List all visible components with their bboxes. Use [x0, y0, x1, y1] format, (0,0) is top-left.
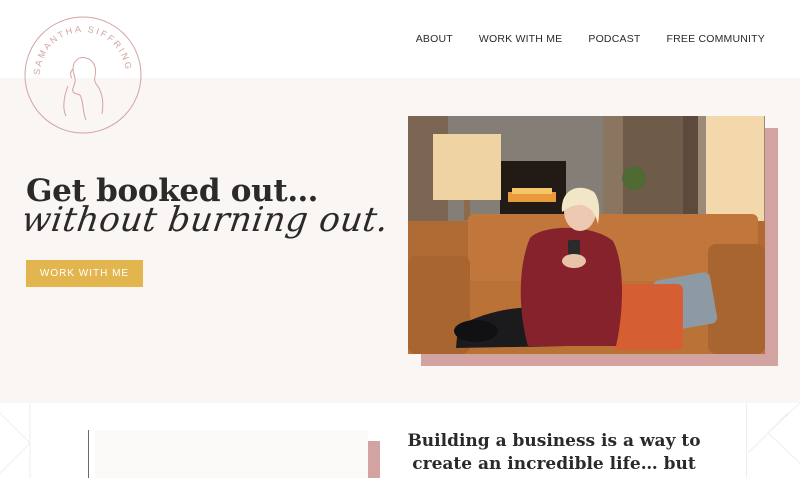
section-divider [746, 403, 747, 478]
decorative-pattern-left [0, 403, 31, 478]
site-logo[interactable]: SAMANTHA SIFFRING [24, 16, 142, 134]
nav-about[interactable]: ABOUT [416, 33, 453, 45]
work-with-me-button[interactable]: WORK WITH ME [26, 260, 143, 287]
intro-heading-line-2: create an incredible life… but [412, 454, 696, 474]
svg-text:SAMANTHA SIFFRING: SAMANTHA SIFFRING [32, 24, 134, 75]
hero-photo-illustration [408, 116, 765, 354]
intro-heading: Building a business is a way to create a… [404, 430, 704, 476]
logo-mark: SAMANTHA SIFFRING [24, 16, 142, 134]
nav-podcast[interactable]: PODCAST [588, 33, 640, 45]
intro-image-placeholder [95, 430, 368, 478]
image-frame-line [88, 430, 89, 478]
nav-free-community[interactable]: FREE COMMUNITY [667, 33, 765, 45]
logo-text: SAMANTHA SIFFRING [32, 24, 132, 75]
intro-heading-line-1: Building a business is a way to [407, 431, 701, 451]
decorative-pattern-right [748, 403, 800, 464]
nav-work-with-me[interactable]: WORK WITH ME [479, 33, 562, 45]
main-nav: ABOUT WORK WITH ME PODCAST FREE COMMUNIT… [416, 33, 765, 45]
intro-section: Building a business is a way to create a… [0, 403, 800, 478]
hero-photo [408, 116, 765, 354]
hero-script-line: without burning out. [19, 200, 392, 240]
intro-accent-block [368, 441, 380, 478]
